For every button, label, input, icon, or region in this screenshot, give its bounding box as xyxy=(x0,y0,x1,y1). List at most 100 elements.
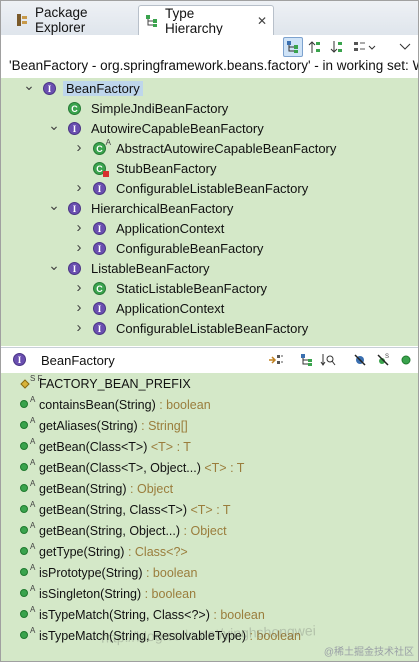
tree-node-label: ConfigurableListableBeanFactory xyxy=(116,181,309,196)
type-hierarchy-button[interactable] xyxy=(283,37,303,57)
method-row[interactable]: AgetBean(Class<T>) <T> : T xyxy=(1,436,418,457)
chevron-down-icon[interactable]: ⌄ xyxy=(48,257,60,273)
tree-node-label: StubBeanFactory xyxy=(116,161,217,176)
view-menu-button[interactable] xyxy=(395,37,415,57)
lock-view-button[interactable] xyxy=(267,351,285,369)
chevron-right-icon[interactable]: › xyxy=(73,139,85,156)
show-inherited-button[interactable] xyxy=(298,351,316,369)
method-row[interactable]: AgetBean(Class<T>, Object...) <T> : T xyxy=(1,457,418,478)
method-row[interactable]: AisTypeMatch(String, Class<?>) : boolean xyxy=(1,604,418,625)
method-row[interactable]: AgetBean(String) : Object xyxy=(1,478,418,499)
public-member-icon xyxy=(401,355,411,365)
field-row[interactable]: S F FACTORY_BEAN_PREFIX xyxy=(1,373,418,394)
tree-node[interactable]: ⌄ I HierarchicalBeanFactory xyxy=(1,197,418,219)
chevron-right-icon[interactable]: › xyxy=(73,239,85,256)
return-type: : Object xyxy=(126,482,174,496)
modifier-badge: A xyxy=(30,479,36,488)
type-hierarchy-icon xyxy=(145,14,159,28)
member-name: isSingleton(String) xyxy=(39,587,142,601)
chevron-down-icon[interactable]: ⌄ xyxy=(48,117,60,133)
chevron-right-icon[interactable]: › xyxy=(73,179,85,196)
public-method-icon xyxy=(20,589,28,597)
interface-icon: I xyxy=(93,322,106,335)
interface-icon: I xyxy=(68,262,81,275)
method-row[interactable]: AisSingleton(String) : boolean xyxy=(1,583,418,604)
chevron-right-icon[interactable]: › xyxy=(73,319,85,336)
tree-node-label: HierarchicalBeanFactory xyxy=(91,201,234,216)
method-row[interactable]: AisPrototype(String) : boolean xyxy=(1,562,418,583)
member-signature: getAliases(String) : String[] xyxy=(39,419,188,433)
tree-node[interactable]: › C A AbstractAutowireCapableBeanFactory xyxy=(1,138,418,159)
view-toolbar xyxy=(1,35,418,59)
tab-package-explorer[interactable]: Package Explorer xyxy=(9,4,137,35)
sort-by-type-button[interactable] xyxy=(319,351,337,369)
subtype-hierarchy-button[interactable] xyxy=(327,37,347,57)
tree-node-label: ConfigurableListableBeanFactory xyxy=(116,321,309,336)
type-hierarchy-view: Package Explorer Type Hierarchy ✕ 'BeanF… xyxy=(0,0,419,662)
member-name: FACTORY_BEAN_PREFIX xyxy=(39,377,191,391)
return-type: : String[] xyxy=(137,419,188,433)
modifier-badge: A xyxy=(30,500,36,509)
tree-node[interactable]: › I ConfigurableListableBeanFactory xyxy=(1,179,418,199)
member-signature: isSingleton(String) : boolean xyxy=(39,587,196,601)
member-signature: isPrototype(String) : boolean xyxy=(39,566,197,580)
tree-node-label: AbstractAutowireCapableBeanFactory xyxy=(116,141,337,156)
chevron-right-icon[interactable]: › xyxy=(73,299,85,316)
public-method-icon xyxy=(20,610,28,618)
chevron-down-icon[interactable]: ⌄ xyxy=(48,197,60,213)
member-signature: getBean(Class<T>) <T> : T xyxy=(39,440,191,454)
tab-label: Package Explorer xyxy=(35,4,88,35)
hide-fields-button[interactable] xyxy=(351,351,369,369)
abstract-class-icon: CA xyxy=(93,138,111,155)
tree-node[interactable]: › I ApplicationContext xyxy=(1,219,418,239)
method-row[interactable]: AgetBean(String, Object...) : Object xyxy=(1,520,418,541)
member-name: getBean(String, Object...) xyxy=(39,524,181,538)
members-list: S F FACTORY_BEAN_PREFIX AcontainsBean(Stri… xyxy=(1,373,418,661)
tree-node[interactable]: › I ConfigurableBeanFactory xyxy=(1,239,418,259)
tree-node[interactable]: ⌄ I AutowireCapableBeanFactory xyxy=(1,117,418,139)
hierarchy-tree: ⌄ I BeanFactory C SimpleJndiBeanFactory ⌄ I Aut… xyxy=(1,77,418,346)
tree-node[interactable]: C StubBeanFactory xyxy=(1,159,418,179)
chevron-right-icon[interactable]: › xyxy=(73,219,85,236)
close-icon[interactable]: ✕ xyxy=(257,14,267,28)
tree-node[interactable]: ⌄ I BeanFactory xyxy=(1,77,418,99)
modifier-badge: A xyxy=(30,437,36,446)
interface-icon: I xyxy=(93,222,106,235)
return-type: : Object xyxy=(180,524,227,538)
public-method-icon xyxy=(20,484,28,492)
return-type: : T xyxy=(173,440,191,454)
method-row[interactable]: AcontainsBean(String) : boolean xyxy=(1,394,418,415)
member-name: getBean(Class<T>, Object...) xyxy=(39,461,201,475)
tree-node[interactable]: C SimpleJndiBeanFactory xyxy=(1,99,418,119)
tree-node[interactable]: › C StaticListableBeanFactory xyxy=(1,279,418,299)
interface-icon: I xyxy=(93,242,106,255)
chevron-right-icon[interactable]: › xyxy=(73,279,85,296)
private-modifier-icon xyxy=(103,171,109,177)
member-name: containsBean(String) xyxy=(39,398,156,412)
return-type: : boolean xyxy=(155,398,211,412)
member-signature: FACTORY_BEAN_PREFIX xyxy=(39,377,191,391)
method-row[interactable]: AgetAliases(String) : String[] xyxy=(1,415,418,436)
method-row[interactable]: AgetBean(String, Class<T>) <T> : T xyxy=(1,499,418,520)
chevron-down-icon[interactable]: ⌄ xyxy=(23,77,35,93)
class-icon: C xyxy=(93,162,109,177)
tab-type-hierarchy[interactable]: Type Hierarchy ✕ xyxy=(138,5,274,36)
constant-field-icon xyxy=(20,378,30,389)
tree-node[interactable]: › I ApplicationContext xyxy=(1,299,418,319)
method-row[interactable]: AgetType(String) : Class<?> xyxy=(1,541,418,562)
abstract-modifier-icon: A xyxy=(105,138,111,147)
type-hierarchy-icon xyxy=(287,41,298,53)
tree-node[interactable]: › I ConfigurableListableBeanFactory xyxy=(1,319,418,339)
public-method-icon xyxy=(20,526,28,534)
hide-non-public-button[interactable] xyxy=(397,351,415,369)
corner-mark: @稀土掘金技术社区 xyxy=(323,647,414,658)
supertype-hierarchy-button[interactable] xyxy=(305,37,325,57)
tree-node[interactable]: ⌄ I ListableBeanFactory xyxy=(1,257,418,279)
history-dropdown-button[interactable] xyxy=(351,37,379,57)
member-signature: getType(String) : Class<?> xyxy=(39,545,188,559)
hide-static-button[interactable]: S xyxy=(374,351,392,369)
member-name: getBean(String) xyxy=(39,482,127,496)
tree-node-label: SimpleJndiBeanFactory xyxy=(91,101,229,116)
package-explorer-icon xyxy=(15,13,29,27)
modifier-badge: A xyxy=(30,605,36,614)
